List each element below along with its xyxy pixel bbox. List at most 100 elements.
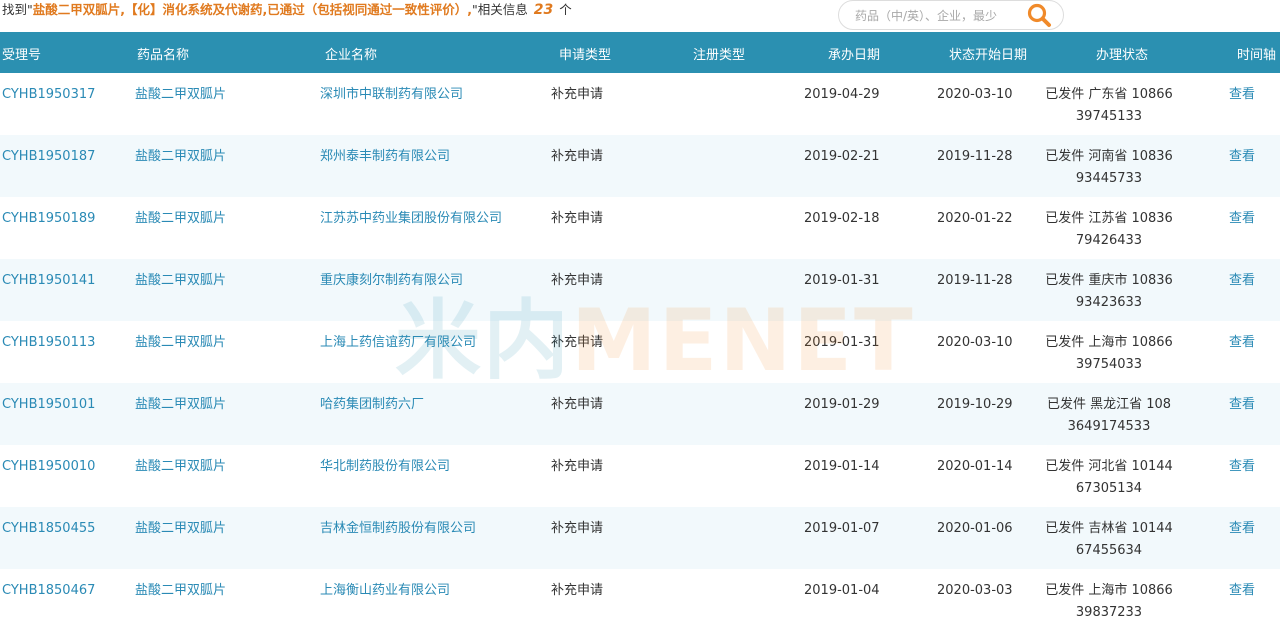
table-row: CYHB1950010 盐酸二甲双胍片 华北制药股份有限公司 补充申请 2019…	[0, 445, 1280, 507]
drug-name-link[interactable]: 盐酸二甲双胍片	[135, 84, 226, 106]
acceptance-number-link[interactable]: CYHB1850467	[2, 580, 95, 602]
col-header-reg-type[interactable]: 注册类型	[693, 44, 745, 63]
drug-name-link[interactable]: 盐酸二甲双胍片	[135, 270, 226, 292]
table-row: CYHB1950317 盐酸二甲双胍片 深圳市中联制药有限公司 补充申请 201…	[0, 73, 1280, 135]
apply-type: 补充申请	[551, 335, 604, 350]
processing-status: 已发件 广东省 10866 39745133	[1045, 87, 1173, 124]
status-start-date: 2019-11-28	[937, 149, 1013, 164]
drug-name-link[interactable]: 盐酸二甲双胍片	[135, 456, 226, 478]
processing-status: 已发件 上海市 10866 39754033	[1045, 335, 1173, 372]
search-button[interactable]	[1025, 2, 1055, 28]
results-table-body: CYHB1950317 盐酸二甲双胍片 深圳市中联制药有限公司 补充申请 201…	[0, 73, 1280, 631]
undertake-date: 2019-02-21	[804, 149, 880, 164]
acceptance-number-link[interactable]: CYHB1950189	[2, 208, 95, 230]
result-count: 23	[533, 2, 554, 18]
summary-prefix: 找到"	[2, 2, 33, 17]
processing-status: 已发件 上海市 10866 39837233	[1045, 583, 1173, 620]
company-name-link[interactable]: 郑州泰丰制药有限公司	[320, 146, 450, 168]
apply-type: 补充申请	[551, 583, 604, 598]
apply-type: 补充申请	[551, 87, 604, 102]
table-header: 受理号 药品名称 企业名称 申请类型 注册类型 承办日期 状态开始日期 办理状态…	[0, 32, 1280, 73]
company-name-link[interactable]: 华北制药股份有限公司	[320, 456, 450, 478]
company-name-link[interactable]: 哈药集团制药六厂	[320, 394, 424, 416]
company-name-link[interactable]: 重庆康刻尔制药有限公司	[320, 270, 463, 292]
view-timeline-link[interactable]: 查看	[1229, 518, 1255, 540]
view-timeline-link[interactable]: 查看	[1229, 146, 1255, 168]
table-row: CYHB1950187 盐酸二甲双胍片 郑州泰丰制药有限公司 补充申请 2019…	[0, 135, 1280, 197]
table-row: CYHB1950141 盐酸二甲双胍片 重庆康刻尔制药有限公司 补充申请 201…	[0, 259, 1280, 321]
undertake-date: 2019-01-31	[804, 273, 880, 288]
acceptance-number-link[interactable]: CYHB1950317	[2, 84, 95, 106]
drug-name-link[interactable]: 盐酸二甲双胍片	[135, 394, 226, 416]
processing-status: 已发件 吉林省 10144 67455634	[1045, 521, 1173, 558]
result-summary: 找到"盐酸二甲双胍片,【化】消化系统及代谢药,已通过（包括视同通过一致性评价）,…	[2, 1, 572, 19]
view-timeline-link[interactable]: 查看	[1229, 394, 1255, 416]
processing-status: 已发件 黑龙江省 108 3649174533	[1046, 397, 1172, 434]
company-name-link[interactable]: 吉林金恒制药股份有限公司	[320, 518, 476, 540]
status-start-date: 2020-03-03	[937, 583, 1013, 598]
acceptance-number-link[interactable]: CYHB1950113	[2, 332, 95, 354]
col-header-drug[interactable]: 药品名称	[137, 44, 189, 63]
status-start-date: 2020-03-10	[937, 87, 1013, 102]
col-header-id[interactable]: 受理号	[2, 44, 41, 63]
view-timeline-link[interactable]: 查看	[1229, 84, 1255, 106]
drug-name-link[interactable]: 盐酸二甲双胍片	[135, 332, 226, 354]
status-start-date: 2020-01-06	[937, 521, 1013, 536]
status-start-date: 2020-01-22	[937, 211, 1013, 226]
col-header-company[interactable]: 企业名称	[325, 44, 377, 63]
status-start-date: 2019-11-28	[937, 273, 1013, 288]
view-timeline-link[interactable]: 查看	[1229, 580, 1255, 602]
drug-name-link[interactable]: 盐酸二甲双胍片	[135, 580, 226, 602]
search-query-text: 盐酸二甲双胍片,【化】消化系统及代谢药,已通过（包括视同通过一致性评价）,	[32, 2, 472, 17]
summary-middle: "相关信息	[472, 2, 528, 17]
col-header-timeline[interactable]: 时间轴	[1237, 44, 1276, 63]
drug-name-link[interactable]: 盐酸二甲双胍片	[135, 518, 226, 540]
col-header-status[interactable]: 办理状态	[1096, 44, 1148, 63]
col-header-apply-type[interactable]: 申请类型	[559, 44, 611, 63]
undertake-date: 2019-02-18	[804, 211, 880, 226]
undertake-date: 2019-01-07	[804, 521, 880, 536]
view-timeline-link[interactable]: 查看	[1229, 270, 1255, 292]
top-bar: 找到"盐酸二甲双胍片,【化】消化系统及代谢药,已通过（包括视同通过一致性评价）,…	[0, 0, 1280, 32]
acceptance-number-link[interactable]: CYHB1950141	[2, 270, 95, 292]
company-name-link[interactable]: 江苏苏中药业集团股份有限公司	[320, 208, 502, 230]
company-name-link[interactable]: 上海上药信谊药厂有限公司	[320, 332, 476, 354]
apply-type: 补充申请	[551, 211, 604, 226]
undertake-date: 2019-01-14	[804, 459, 880, 474]
acceptance-number-link[interactable]: CYHB1950187	[2, 146, 95, 168]
acceptance-number-link[interactable]: CYHB1850455	[2, 518, 95, 540]
view-timeline-link[interactable]: 查看	[1229, 208, 1255, 230]
table-row: CYHB1950189 盐酸二甲双胍片 江苏苏中药业集团股份有限公司 补充申请 …	[0, 197, 1280, 259]
undertake-date: 2019-01-29	[804, 397, 880, 412]
apply-type: 补充申请	[551, 459, 604, 474]
drug-name-link[interactable]: 盐酸二甲双胍片	[135, 146, 226, 168]
summary-suffix: 个	[559, 2, 572, 17]
undertake-date: 2019-04-29	[804, 87, 880, 102]
acceptance-number-link[interactable]: CYHB1950101	[2, 394, 95, 416]
drug-name-link[interactable]: 盐酸二甲双胍片	[135, 208, 226, 230]
view-timeline-link[interactable]: 查看	[1229, 332, 1255, 354]
search-icon	[1027, 3, 1051, 27]
processing-status: 已发件 河北省 10144 67305134	[1045, 459, 1173, 496]
processing-status: 已发件 河南省 10836 93445733	[1045, 149, 1173, 186]
col-header-undertake-date[interactable]: 承办日期	[828, 44, 880, 63]
apply-type: 补充申请	[551, 397, 604, 412]
processing-status: 已发件 重庆市 10836 93423633	[1045, 273, 1173, 310]
acceptance-number-link[interactable]: CYHB1950010	[2, 456, 95, 478]
status-start-date: 2020-03-10	[937, 335, 1013, 350]
undertake-date: 2019-01-31	[804, 335, 880, 350]
col-header-status-start[interactable]: 状态开始日期	[949, 44, 1027, 63]
status-start-date: 2020-01-14	[937, 459, 1013, 474]
apply-type: 补充申请	[551, 521, 604, 536]
apply-type: 补充申请	[551, 273, 604, 288]
company-name-link[interactable]: 深圳市中联制药有限公司	[320, 84, 463, 106]
processing-status: 已发件 江苏省 10836 79426433	[1045, 211, 1173, 248]
view-timeline-link[interactable]: 查看	[1229, 456, 1255, 478]
apply-type: 补充申请	[551, 149, 604, 164]
status-start-date: 2019-10-29	[937, 397, 1013, 412]
undertake-date: 2019-01-04	[804, 583, 880, 598]
company-name-link[interactable]: 上海衡山药业有限公司	[320, 580, 450, 602]
search-input[interactable]	[853, 5, 1025, 27]
table-row: CYHB1950113 盐酸二甲双胍片 上海上药信谊药厂有限公司 补充申请 20…	[0, 321, 1280, 383]
search-box	[838, 0, 1064, 30]
